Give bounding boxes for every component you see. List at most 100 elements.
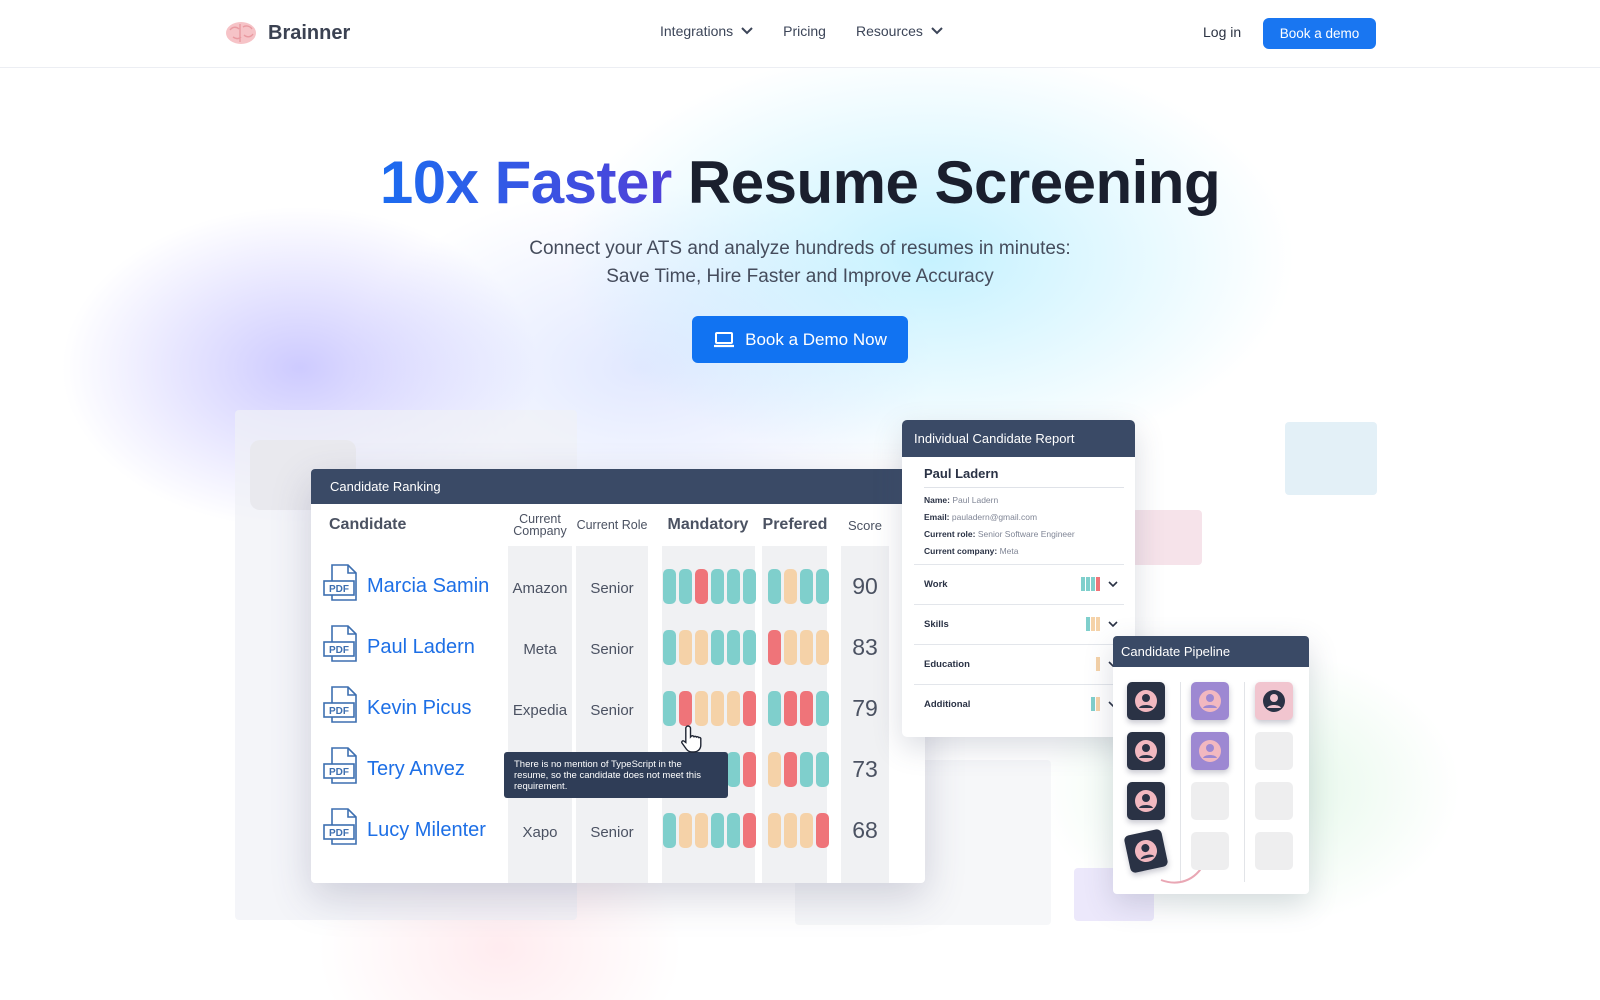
preferred-requirement-bars[interactable] — [768, 813, 829, 848]
requirement-bar[interactable] — [784, 813, 797, 848]
header-score: Score — [848, 517, 882, 533]
current-role: Senior — [590, 641, 634, 658]
nav-integrations[interactable]: Integrations — [660, 23, 753, 39]
requirement-bar[interactable] — [679, 630, 692, 665]
report-section-toggle[interactable]: Additional — [914, 684, 1124, 724]
requirement-bar[interactable] — [711, 813, 724, 848]
mandatory-requirement-bars[interactable] — [663, 569, 756, 604]
requirement-bar[interactable] — [711, 569, 724, 604]
candidate-name-link[interactable]: PDF Tery Anvez — [323, 747, 465, 791]
requirement-bar[interactable] — [743, 630, 756, 665]
requirement-bar[interactable] — [679, 813, 692, 848]
requirement-bar[interactable] — [800, 813, 813, 848]
requirement-bar[interactable] — [663, 813, 676, 848]
requirement-bar[interactable] — [727, 569, 740, 604]
candidate-card[interactable] — [1123, 828, 1169, 874]
candidate-card[interactable] — [1191, 732, 1229, 770]
nav-resources[interactable]: Resources — [856, 23, 943, 39]
requirement-bar[interactable] — [784, 752, 797, 787]
preferred-requirement-bars[interactable] — [768, 752, 829, 787]
candidate-card[interactable] — [1127, 682, 1165, 720]
requirement-bar[interactable] — [679, 569, 692, 604]
requirement-bar[interactable] — [743, 691, 756, 726]
candidate-card[interactable] — [1191, 682, 1229, 720]
requirement-bar[interactable] — [800, 752, 813, 787]
preferred-requirement-bars[interactable] — [768, 691, 829, 726]
requirement-bar[interactable] — [816, 630, 829, 665]
candidate-name-link[interactable]: PDF Kevin Picus — [323, 686, 472, 730]
candidate-name: Marcia Samin — [367, 574, 490, 597]
pipeline-column-divider — [1244, 682, 1245, 882]
requirement-bar[interactable] — [784, 691, 797, 726]
requirement-bar[interactable] — [816, 752, 829, 787]
requirement-bar[interactable] — [663, 630, 676, 665]
candidate-card[interactable] — [1127, 732, 1165, 770]
candidate-card[interactable] — [1255, 682, 1293, 720]
requirement-bar[interactable] — [663, 691, 676, 726]
requirement-bar[interactable] — [743, 752, 756, 787]
requirement-bar[interactable] — [679, 691, 692, 726]
requirement-bar[interactable] — [743, 813, 756, 848]
candidate-card[interactable] — [1127, 782, 1165, 820]
user-avatar-icon — [1133, 788, 1159, 814]
mandatory-requirement-bars[interactable] — [663, 691, 756, 726]
requirement-bar[interactable] — [768, 630, 781, 665]
candidate-name-link[interactable]: PDF Marcia Samin — [323, 564, 489, 608]
requirement-bar[interactable] — [816, 691, 829, 726]
requirement-bar[interactable] — [743, 569, 756, 604]
hero-title: 10x Faster Resume Screening — [0, 148, 1600, 217]
current-company: Meta — [523, 641, 557, 658]
chevron-down-icon — [1108, 581, 1118, 588]
pdf-label: PDF — [329, 584, 349, 595]
section-score-bars — [1091, 697, 1100, 711]
requirement-bar[interactable] — [727, 630, 740, 665]
requirement-bar[interactable] — [784, 569, 797, 604]
requirement-bar[interactable] — [800, 569, 813, 604]
requirement-bar[interactable] — [816, 813, 829, 848]
requirement-bar[interactable] — [800, 691, 813, 726]
preferred-requirement-bars[interactable] — [768, 569, 829, 604]
requirement-bar[interactable] — [727, 691, 740, 726]
brand-logo[interactable]: Brainner — [224, 20, 350, 46]
mandatory-requirement-bars[interactable] — [663, 813, 756, 848]
section-bar — [1091, 617, 1095, 631]
pdf-label: PDF — [329, 828, 349, 839]
nav-pricing[interactable]: Pricing — [783, 23, 826, 39]
nav-integrations-label: Integrations — [660, 23, 734, 39]
requirement-bar[interactable] — [816, 569, 829, 604]
requirement-bar[interactable] — [768, 691, 781, 726]
requirement-bar[interactable] — [695, 630, 708, 665]
requirement-bar[interactable] — [768, 752, 781, 787]
candidate-name-link[interactable]: PDF Lucy Milenter — [323, 808, 486, 852]
report-section-toggle[interactable]: Education — [914, 644, 1124, 684]
requirement-bar[interactable] — [784, 630, 797, 665]
candidate-score: 83 — [852, 634, 878, 660]
book-demo-now-button[interactable]: Book a Demo Now — [692, 316, 908, 363]
pdf-file-icon: PDF — [323, 686, 359, 730]
preferred-requirement-bars[interactable] — [768, 630, 829, 665]
section-bar — [1096, 577, 1100, 591]
report-section-toggle[interactable]: Skills — [914, 604, 1124, 644]
requirement-bar[interactable] — [695, 569, 708, 604]
report-field: Current company: Meta — [924, 546, 1019, 556]
requirement-bar[interactable] — [768, 813, 781, 848]
requirement-bar[interactable] — [800, 630, 813, 665]
section-label: Additional — [924, 699, 971, 710]
requirement-bar[interactable] — [727, 813, 740, 848]
requirement-bar[interactable] — [663, 569, 676, 604]
pdf-file-icon: PDF — [323, 747, 359, 791]
report-section-toggle[interactable]: Work — [914, 564, 1124, 604]
candidate-name-link[interactable]: PDF Paul Ladern — [323, 625, 475, 669]
requirement-bar[interactable] — [711, 630, 724, 665]
mandatory-requirement-bars[interactable] — [663, 630, 756, 665]
book-demo-button[interactable]: Book a demo — [1263, 18, 1376, 49]
requirement-bar[interactable] — [768, 569, 781, 604]
pdf-file-icon: PDF — [323, 564, 359, 608]
requirement-bar[interactable] — [711, 691, 724, 726]
login-link[interactable]: Log in — [1203, 24, 1241, 40]
requirement-bar[interactable] — [727, 752, 740, 787]
section-bar — [1086, 617, 1090, 631]
requirement-bar[interactable] — [695, 813, 708, 848]
requirement-bar[interactable] — [695, 691, 708, 726]
header-role: Current Role — [576, 518, 648, 532]
